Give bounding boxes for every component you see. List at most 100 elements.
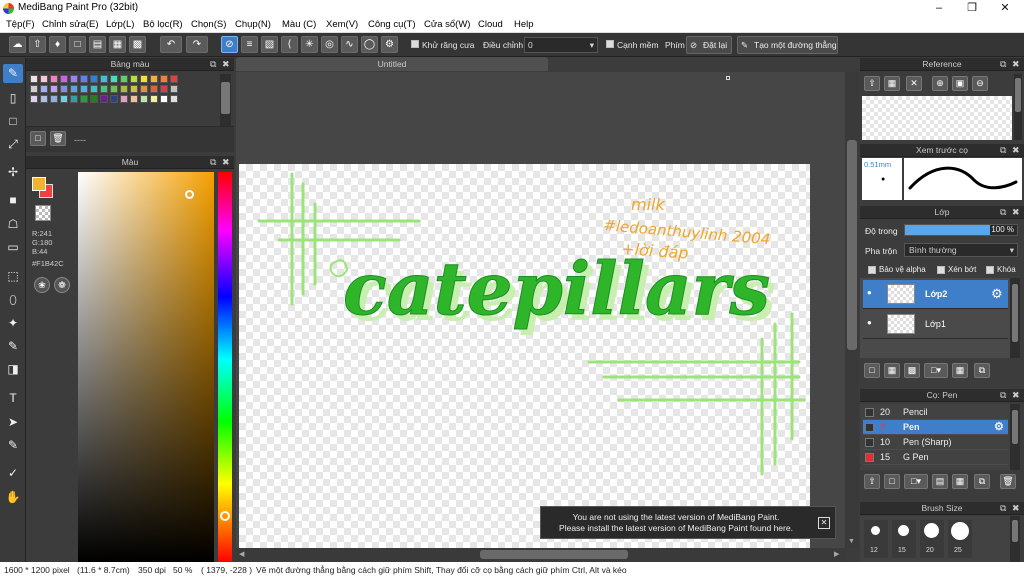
vertical-scroll-thumb[interactable] [847, 140, 857, 350]
trash-icon[interactable]: 🗑 [50, 131, 66, 146]
color-swatch[interactable] [110, 75, 118, 83]
color-swatch[interactable] [50, 85, 58, 93]
color-swatch[interactable] [40, 95, 48, 103]
snap-concentric-icon[interactable]: ◎ [321, 36, 338, 53]
panel-close-icon[interactable]: ✖ [222, 58, 230, 71]
brush-size-cell[interactable]: 12 [864, 520, 888, 558]
color-swatch[interactable] [60, 85, 68, 93]
color-swatch[interactable] [90, 85, 98, 93]
panel-popout-icon[interactable]: ⧉ [210, 156, 216, 169]
color-swatch[interactable] [110, 85, 118, 93]
maximize-button[interactable]: ❐ [955, 0, 989, 17]
panel-popout-icon[interactable]: ⧉ [1000, 389, 1006, 402]
color-swatch[interactable] [170, 75, 178, 83]
artboard[interactable]: catepillars catepillars milk #ledoanthuy… [239, 164, 810, 548]
menu-snap[interactable]: Chụp(N) [235, 19, 271, 30]
duplicate-layer-icon[interactable]: ▩ [904, 363, 920, 378]
operation-tool-icon[interactable]: ➤ [3, 413, 23, 432]
rectangle-tool-icon[interactable]: □ [3, 112, 23, 131]
reference-image-area[interactable] [862, 96, 1012, 140]
brush-row[interactable]: 10 Pen (Sharp) [863, 435, 1008, 450]
layer-scrollbar[interactable] [1010, 278, 1020, 358]
redo-icon[interactable]: ↷ [186, 36, 208, 53]
vertical-scrollbar[interactable]: ▼ [845, 72, 859, 548]
protect-alpha-checkbox[interactable] [868, 266, 876, 274]
close-button[interactable]: ✕ [988, 0, 1022, 17]
hue-slider[interactable] [218, 172, 232, 562]
new-brush-icon[interactable]: □ [884, 474, 900, 489]
trash-icon[interactable]: 🗑 [1000, 474, 1016, 489]
color-swatch[interactable] [130, 75, 138, 83]
color-swatch[interactable] [80, 85, 88, 93]
panel-popout-icon[interactable]: ⧉ [1000, 502, 1006, 515]
color-swatch[interactable] [80, 95, 88, 103]
lasso-tool-icon[interactable]: ⬯ [3, 291, 23, 310]
undo-icon[interactable]: ↶ [160, 36, 182, 53]
hand-tool-icon[interactable]: ✋ [3, 488, 23, 507]
gradient-tool-icon[interactable]: ▭ [3, 238, 23, 257]
panel-close-icon[interactable]: ✖ [1012, 389, 1020, 402]
close-image-icon[interactable]: ✕ [906, 76, 922, 91]
eyedropper-tool-icon[interactable]: ✓ [3, 464, 23, 483]
brush-row[interactable]: 7 Pen ⚙ [863, 420, 1008, 435]
brush-size-cell[interactable]: 20 [920, 520, 944, 558]
magic-wand-tool-icon[interactable]: ✦ [3, 314, 23, 333]
select-rect-tool-icon[interactable]: ⬚ [3, 267, 23, 286]
menu-file[interactable]: Tệp(F) [6, 19, 35, 30]
color-swatch[interactable] [150, 85, 158, 93]
scroll-right-icon[interactable]: ▶ [834, 550, 839, 558]
color-swatch[interactable] [150, 75, 158, 83]
color-swatch[interactable] [140, 75, 148, 83]
panel-popout-icon[interactable]: ⧉ [1000, 144, 1006, 157]
antialias-checkbox[interactable] [411, 40, 419, 48]
gear-icon[interactable]: ⚙ [994, 420, 1004, 434]
move-tool-icon[interactable]: ✢ [3, 163, 23, 182]
color-swatch[interactable] [160, 85, 168, 93]
add-layer-menu-icon[interactable]: □▾ [924, 363, 948, 378]
color-swatch[interactable] [60, 75, 68, 83]
color-swatch[interactable] [30, 85, 38, 93]
select-pen-tool-icon[interactable]: ✎ [3, 337, 23, 356]
color-swatch[interactable] [150, 95, 158, 103]
snap-circle-icon[interactable]: ◯ [361, 36, 378, 53]
add-brush-menu-icon[interactable]: □▾ [904, 474, 928, 489]
new-halftone-layer-icon[interactable]: ▦ [884, 363, 900, 378]
hue-picker-handle[interactable] [220, 511, 230, 521]
color-wheel-icon[interactable]: ❀ [34, 277, 50, 293]
divide-tool-icon[interactable]: ✎ [3, 436, 23, 455]
text-tool-icon[interactable]: T [3, 389, 23, 408]
transparent-color-swatch[interactable] [35, 205, 51, 221]
color-swatch[interactable] [100, 75, 108, 83]
color-swatch[interactable] [130, 85, 138, 93]
brush-size-scrollbar[interactable] [1010, 516, 1020, 562]
brush-settings-icon[interactable]: ▤ [932, 474, 948, 489]
brush-size-cell[interactable]: 25 [948, 520, 972, 558]
cloud-icon[interactable]: ☁ [9, 36, 26, 53]
update-notification[interactable]: You are not using the latest version of … [540, 506, 836, 539]
brush-tool-icon[interactable]: ✎ [3, 64, 23, 83]
straight-line-button[interactable]: ✎ Tạo một đường thẳng [737, 36, 838, 54]
notification-close-icon[interactable]: ✕ [818, 517, 830, 529]
color-swatch[interactable] [160, 95, 168, 103]
storyboard-icon[interactable]: ▦ [109, 36, 126, 53]
color-swatch[interactable] [120, 85, 128, 93]
fill-rect-tool-icon[interactable]: ■ [3, 191, 23, 210]
folder-icon[interactable]: ▦ [952, 474, 968, 489]
color-swatch[interactable] [100, 95, 108, 103]
color-swatch[interactable] [70, 85, 78, 93]
comment-icon[interactable]: ♦ [49, 36, 66, 53]
reset-button[interactable]: ⊘ Đặt lại [686, 36, 732, 54]
folder-icon[interactable]: ▦ [884, 76, 900, 91]
color-swatch[interactable] [90, 75, 98, 83]
color-swatch[interactable] [130, 95, 138, 103]
color-swatch[interactable] [140, 95, 148, 103]
color-swatch[interactable] [120, 95, 128, 103]
bucket-tool-icon[interactable]: ☖ [3, 215, 23, 234]
primary-color-swatch[interactable] [32, 177, 46, 191]
grid-icon[interactable]: ▩ [129, 36, 146, 53]
panel-close-icon[interactable]: ✖ [1012, 206, 1020, 219]
zoom-in-icon[interactable]: ⊕ [932, 76, 948, 91]
merge-down-icon[interactable]: ⧉ [974, 363, 990, 378]
upload-icon[interactable]: ⇧ [864, 474, 880, 489]
new-layer-icon[interactable]: □ [864, 363, 880, 378]
